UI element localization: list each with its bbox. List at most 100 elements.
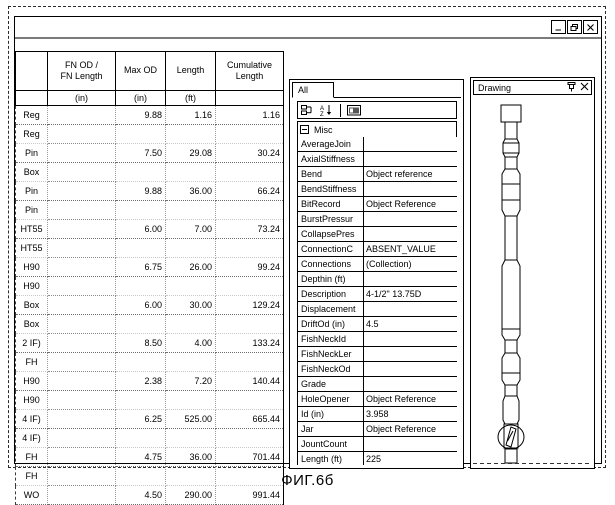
property-value[interactable]: Object reference <box>363 166 457 182</box>
property-name[interactable]: FishNeckLer <box>297 346 364 362</box>
property-name[interactable]: DriftOd (in) <box>297 316 364 332</box>
table-row[interactable]: H90 <box>15 276 284 296</box>
property-name[interactable]: Displacement <box>297 301 364 317</box>
cell-fn-od-fn-length[interactable] <box>47 314 116 334</box>
property-row[interactable]: FishNeckOd <box>297 361 457 377</box>
property-name[interactable]: Description <box>297 286 364 302</box>
property-row[interactable]: BitRecord Object Reference <box>297 196 457 212</box>
cell-max-od[interactable]: 7.50 <box>115 143 166 163</box>
cell-max-od[interactable]: 4.75 <box>115 447 166 467</box>
cell-cumulative-length[interactable] <box>215 390 284 410</box>
property-value[interactable] <box>363 301 457 317</box>
cell-cumulative-length[interactable] <box>215 162 284 182</box>
cell-length[interactable]: 525.00 <box>165 409 216 429</box>
property-name[interactable]: Connections <box>297 256 364 272</box>
cell-cumulative-length[interactable]: 133.24 <box>215 333 284 353</box>
property-name[interactable]: BendStiffness <box>297 181 364 197</box>
cell-max-od[interactable]: 9.88 <box>115 105 166 125</box>
cell-length[interactable]: 7.00 <box>165 219 216 239</box>
cell-fn-od-fn-length[interactable] <box>47 409 116 429</box>
cell-component-label[interactable]: Reg <box>15 105 48 125</box>
cell-cumulative-length[interactable]: 701.44 <box>215 447 284 467</box>
table-row[interactable]: H90 <box>15 390 284 410</box>
property-name[interactable]: Length (ft) <box>297 451 364 465</box>
property-value[interactable]: ABSENT_VALUE <box>363 241 457 257</box>
property-value[interactable] <box>363 211 457 227</box>
property-name[interactable]: Id (in) <box>297 406 364 422</box>
property-row[interactable]: ConnectionC ABSENT_VALUE <box>297 241 457 257</box>
categorized-sort-icon[interactable] <box>300 103 316 117</box>
property-row[interactable]: HoleOpener Object Reference <box>297 391 457 407</box>
cell-component-label[interactable]: Pin <box>15 143 48 163</box>
alphabetical-sort-icon[interactable]: A Z <box>319 103 335 117</box>
cell-fn-od-fn-length[interactable] <box>47 447 116 467</box>
cell-cumulative-length[interactable] <box>215 200 284 220</box>
cell-max-od[interactable] <box>115 162 166 182</box>
cell-max-od[interactable]: 6.00 <box>115 295 166 315</box>
property-row[interactable]: CollapsePres <box>297 226 457 242</box>
cell-length[interactable] <box>165 200 216 220</box>
cell-cumulative-length[interactable]: 140.44 <box>215 371 284 391</box>
cell-fn-od-fn-length[interactable] <box>47 352 116 372</box>
collapse-toggle-icon[interactable] <box>300 125 309 134</box>
cell-cumulative-length[interactable] <box>215 428 284 448</box>
property-row[interactable]: Description 4-1/2" 13.75D <box>297 286 457 302</box>
property-row[interactable]: BendStiffness <box>297 181 457 197</box>
cell-fn-od-fn-length[interactable] <box>47 200 116 220</box>
property-row[interactable]: Connections (Collection) <box>297 256 457 272</box>
cell-component-label[interactable]: H90 <box>15 390 48 410</box>
cell-fn-od-fn-length[interactable] <box>47 162 116 182</box>
property-name[interactable]: CollapsePres <box>297 226 364 242</box>
cell-component-label[interactable]: FH <box>15 352 48 372</box>
table-row[interactable]: 2 IF) 8.50 4.00 133.24 <box>15 333 284 353</box>
property-value[interactable]: Object Reference <box>363 421 457 437</box>
table-row[interactable]: Pin 7.50 29.08 30.24 <box>15 143 284 163</box>
cell-component-label[interactable]: H90 <box>15 371 48 391</box>
cell-max-od[interactable]: 6.75 <box>115 257 166 277</box>
cell-component-label[interactable]: H90 <box>15 257 48 277</box>
cell-fn-od-fn-length[interactable] <box>47 124 116 144</box>
cell-length[interactable]: 36.00 <box>165 447 216 467</box>
property-value[interactable] <box>363 151 457 167</box>
cell-fn-od-fn-length[interactable] <box>47 181 116 201</box>
property-value[interactable] <box>363 436 457 452</box>
table-row[interactable]: Pin <box>15 200 284 220</box>
cell-component-label[interactable]: FH <box>15 447 48 467</box>
cell-max-od[interactable]: 6.00 <box>115 219 166 239</box>
cell-length[interactable]: 1.16 <box>165 105 216 125</box>
cell-component-label[interactable]: Box <box>15 314 48 334</box>
property-category-misc[interactable]: Misc <box>297 121 457 137</box>
cell-fn-od-fn-length[interactable] <box>47 333 116 353</box>
cell-length[interactable]: 30.00 <box>165 295 216 315</box>
property-value[interactable]: 3.958 <box>363 406 457 422</box>
property-value[interactable]: 4-1/2" 13.75D <box>363 286 457 302</box>
cell-max-od[interactable] <box>115 390 166 410</box>
cell-fn-od-fn-length[interactable] <box>47 143 116 163</box>
column-header-cumulative-length[interactable]: Cumulative Length <box>215 51 284 91</box>
property-value[interactable] <box>363 346 457 362</box>
restore-button[interactable] <box>567 20 582 34</box>
property-value[interactable]: Object Reference <box>363 196 457 212</box>
property-value[interactable] <box>363 226 457 242</box>
property-name[interactable]: ConnectionC <box>297 241 364 257</box>
property-value[interactable] <box>363 331 457 347</box>
property-value[interactable]: 225 <box>363 451 457 465</box>
column-header-max-od[interactable]: Max OD <box>115 51 166 91</box>
cell-length[interactable] <box>165 352 216 372</box>
property-value[interactable]: (Collection) <box>363 256 457 272</box>
cell-max-od[interactable] <box>115 124 166 144</box>
cell-component-label[interactable]: H90 <box>15 276 48 296</box>
property-row[interactable]: Id (in) 3.958 <box>297 406 457 422</box>
table-row[interactable]: H90 6.75 26.00 99.24 <box>15 257 284 277</box>
close-icon[interactable] <box>580 82 589 93</box>
cell-cumulative-length[interactable]: 1.16 <box>215 105 284 125</box>
table-row[interactable]: H90 2.38 7.20 140.44 <box>15 371 284 391</box>
property-value[interactable] <box>363 361 457 377</box>
cell-cumulative-length[interactable]: 30.24 <box>215 143 284 163</box>
column-header-fn-od-fn-length[interactable]: FN OD / FN Length <box>47 51 116 91</box>
cell-length[interactable] <box>165 428 216 448</box>
bha-components-table[interactable]: FN OD / FN Length Max OD Length Cumulati… <box>15 51 284 505</box>
property-row[interactable]: Depthin (ft) <box>297 271 457 287</box>
cell-cumulative-length[interactable]: 73.24 <box>215 219 284 239</box>
cell-fn-od-fn-length[interactable] <box>47 257 116 277</box>
